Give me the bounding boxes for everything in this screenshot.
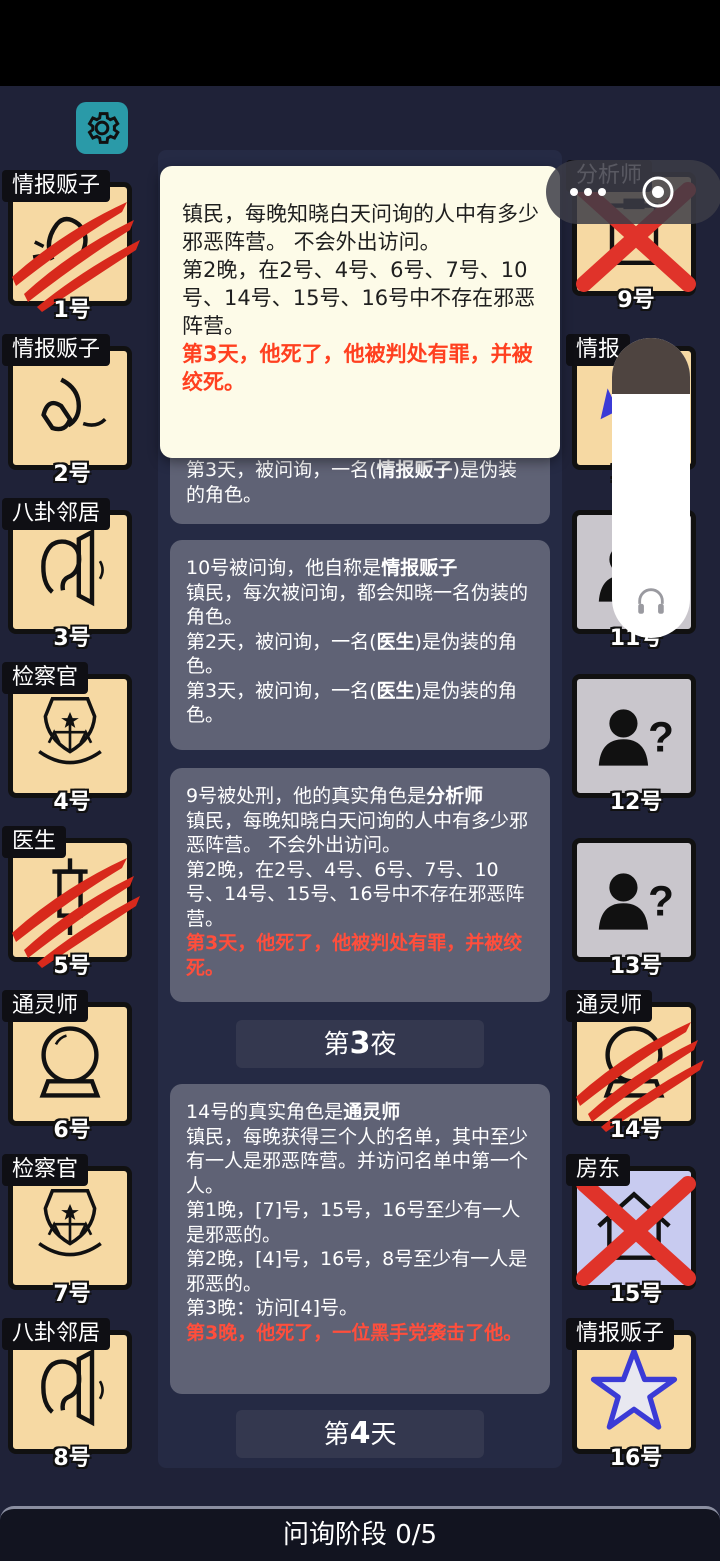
role-name: 通灵师 <box>343 1101 401 1123</box>
player-card-7[interactable]: 检察官 7号 <box>2 1154 142 1307</box>
log-entry: 14号的真实角色是通灵师 镇民，每晚获得三个人的名单，其中至少有一人是邪恶阵营。… <box>170 1084 550 1394</box>
phase-text: 第 <box>323 1420 350 1450</box>
player-card-5[interactable]: 医生 5号 <box>2 826 142 979</box>
ear-wall-icon <box>41 1348 104 1427</box>
scales-badge-icon <box>38 1189 102 1257</box>
log-entry: 10号被问询，他自称是情报贩子 镇民，每次被问询，都会知晓一名伪装的角色。 第2… <box>170 540 550 750</box>
log-text: 10号被问询，他自称是 <box>186 557 382 579</box>
player-card-3[interactable]: 八卦邻居 3号 <box>2 498 142 651</box>
death-notice: 第3晚，他死了，一位黑手党袭击了他。 <box>186 1321 523 1344</box>
role-name: 情报贩子 <box>376 459 453 481</box>
more-icon[interactable] <box>568 182 608 202</box>
player-number: 9号 <box>617 288 655 313</box>
player-number: 15号 <box>609 1282 663 1307</box>
player-number: 12号 <box>609 790 663 815</box>
role-name: 医生 <box>376 630 415 653</box>
widget-avatar <box>612 338 690 394</box>
phase-text: 天 <box>370 1420 397 1450</box>
role-tag: 情报贩子 <box>2 334 111 366</box>
crystal-ball-icon <box>39 1026 101 1098</box>
floating-audio-widget[interactable] <box>612 338 690 638</box>
log-text: 第3晚：访问[4]号。 <box>186 1297 359 1319</box>
role-tag: 情报贩子 <box>566 1318 675 1350</box>
player-number: 4号 <box>53 790 91 815</box>
log-text: 镇民，每晚知晓白天问询的人中有多少邪恶阵营。 不会外出访问。 <box>186 809 529 857</box>
popup-result: 第2晚，在2号、4号、6号、7号、10号、14号、15号、16号中不存在邪恶阵营… <box>182 258 536 338</box>
log-entry: 9号被处刑，他的真实角色是分析师 镇民，每晚知晓白天问询的人中有多少邪恶阵营。 … <box>170 768 550 1002</box>
role-info-popup[interactable]: 镇民，每晚知晓白天问询的人中有多少邪恶阵营。 不会外出访问。 第2晚，在2号、4… <box>160 166 560 458</box>
role-tag: 通灵师 <box>2 990 89 1022</box>
log-text: 第1晚，[7]号，15号，16号至少有一人是邪恶的。 <box>186 1199 521 1246</box>
role-tag: 检察官 <box>2 662 89 694</box>
player-number: 3号 <box>53 626 91 651</box>
headphones-icon[interactable] <box>634 584 668 618</box>
player-number: 14号 <box>609 1118 663 1143</box>
role-tag: 情报贩子 <box>2 170 111 202</box>
death-notice: 第3天，他死了，他被判处有罪，并被绞死。 <box>186 932 523 979</box>
phase-number: 4 <box>349 1416 371 1451</box>
player-number: 1号 <box>53 298 91 323</box>
player-card-16[interactable]: 情报贩子 16号 <box>566 1318 706 1471</box>
player-card-13[interactable]: ? 13号 <box>566 826 706 979</box>
player-card-6[interactable]: 通灵师 6号 <box>2 990 142 1143</box>
role-tag: 通灵师 <box>566 990 653 1022</box>
role-tag: 八卦邻居 <box>2 1318 111 1350</box>
player-card-14[interactable]: 通灵师 14号 <box>566 990 706 1143</box>
log-text: 第3天，被问询，一名( <box>186 459 377 481</box>
gear-icon <box>87 112 120 144</box>
player-number: 7号 <box>53 1282 91 1307</box>
phase-text: 夜 <box>370 1030 397 1060</box>
player-number: 8号 <box>53 1446 91 1471</box>
role-name: 情报贩子 <box>381 557 458 579</box>
inquiry-phase-bar: 问询阶段 0/5 <box>0 1506 720 1561</box>
log-text: 镇民，每次被问询，都会知晓一名伪装的角色。 <box>186 581 529 629</box>
log-text: 第2晚，在2号、4号、6号、7号、10号、14号、15号、16号中不存在邪恶阵营… <box>186 858 525 930</box>
close-icon[interactable] <box>640 174 676 210</box>
phase-text: 第 <box>323 1030 350 1060</box>
player-number: 13号 <box>609 954 663 979</box>
role-name: 分析师 <box>426 785 484 807</box>
player-card-4[interactable]: 检察官 4号 <box>2 662 142 815</box>
player-card-8[interactable]: 八卦邻居 8号 <box>2 1318 142 1471</box>
popup-description: 镇民，每晚知晓白天问询的人中有多少邪恶阵营。 不会外出访问。 <box>182 202 539 254</box>
status-bar <box>0 0 720 86</box>
player-card-1[interactable]: 情报贩子 1号 <box>2 170 142 323</box>
player-card-15[interactable]: 房东 15号 <box>566 1154 706 1307</box>
player-card-2[interactable]: 情报贩子 2号 <box>2 334 142 487</box>
whisper-icon <box>41 377 107 432</box>
log-text: 第2晚，[4]号，16号，8号至少有一人是邪恶的。 <box>186 1248 528 1295</box>
player-number: 6号 <box>53 1118 91 1143</box>
log-text: 第2天，被问询，一名( <box>186 630 377 653</box>
phase-divider-day: 第4天 <box>236 1410 484 1458</box>
player-card-12[interactable]: ? 12号 <box>566 662 706 815</box>
log-text: 14号的真实角色是 <box>186 1101 344 1123</box>
popup-death-notice: 第3天，他死了，他被判处有罪，并被绞死。 <box>182 342 533 394</box>
star-icon <box>590 1348 678 1430</box>
svg-text:?: ? <box>648 714 674 761</box>
svg-text:?: ? <box>648 878 674 925</box>
player-number: 16号 <box>609 1446 663 1471</box>
phase-divider-night: 第3夜 <box>236 1020 484 1068</box>
mini-program-capsule[interactable] <box>546 160 720 224</box>
scales-badge-icon <box>38 697 102 765</box>
role-tag: 八卦邻居 <box>2 498 111 530</box>
role-name: 医生 <box>376 679 415 702</box>
phase-number: 3 <box>349 1026 371 1061</box>
settings-button[interactable] <box>76 102 128 154</box>
log-text: 9号被处刑，他的真实角色是 <box>186 785 427 807</box>
role-tag: 医生 <box>2 826 67 858</box>
player-number: 2号 <box>53 462 91 487</box>
role-tag: 检察官 <box>2 1154 89 1186</box>
unknown-person-icon: ? <box>598 873 674 930</box>
ear-wall-icon <box>41 528 104 607</box>
role-tag: 房东 <box>566 1154 631 1186</box>
log-text: 镇民，每晚获得三个人的名单，其中至少有一人是邪恶阵营。并访问名单中第一个人。 <box>186 1125 529 1197</box>
player-number: 5号 <box>53 954 91 979</box>
unknown-person-icon: ? <box>598 709 674 766</box>
log-text: 第3天，被问询，一名( <box>186 679 377 702</box>
